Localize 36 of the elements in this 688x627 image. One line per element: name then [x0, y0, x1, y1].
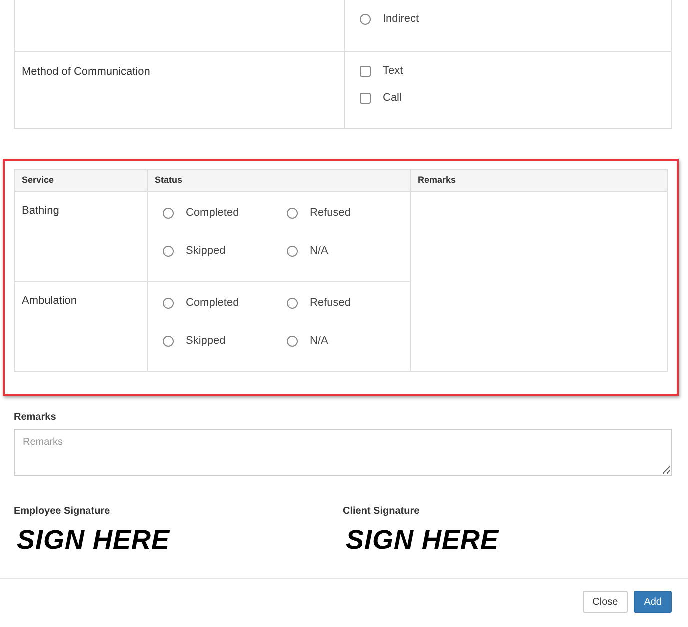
option-label: Completed — [186, 296, 240, 312]
option-label: Skipped — [186, 244, 226, 260]
sign-here-prompt[interactable]: SIGN HERE — [17, 523, 170, 557]
field-label: Employee Signature — [14, 505, 110, 519]
option-label: Call — [383, 91, 402, 106]
radio-button[interactable] — [360, 14, 371, 25]
radio-button[interactable] — [163, 298, 174, 309]
field-label: Method of Communication — [22, 66, 150, 78]
radio-button[interactable] — [287, 298, 298, 309]
option-label: Text — [383, 64, 404, 80]
option-label: Completed — [186, 206, 240, 222]
radio-button[interactable] — [163, 246, 174, 257]
option-label: Indirect — [383, 12, 420, 28]
add-button[interactable]: Add — [634, 591, 672, 613]
column-header: Remarks — [410, 170, 667, 192]
checkbox[interactable] — [360, 66, 371, 77]
option-label: N/A — [310, 334, 328, 350]
close-button[interactable]: Close — [582, 591, 628, 613]
column-header: Service — [15, 170, 147, 192]
radio-button[interactable] — [163, 336, 174, 347]
remarks-field[interactable]: Remarks — [14, 429, 672, 476]
option-label: N/A — [310, 244, 328, 260]
field-label: Client Signature — [343, 505, 420, 519]
table-cell: Ambulation — [22, 295, 78, 307]
option-label: Refused — [310, 206, 351, 222]
radio-button[interactable] — [287, 246, 298, 257]
field-label: Remarks — [14, 411, 58, 425]
checkbox[interactable] — [360, 93, 371, 104]
radio-button[interactable] — [287, 208, 298, 219]
option-label: Skipped — [186, 334, 226, 350]
table-cell: Bathing — [22, 205, 60, 217]
sign-here-prompt[interactable]: SIGN HERE — [346, 523, 500, 557]
radio-button[interactable] — [163, 208, 174, 219]
option-label: Refused — [310, 296, 351, 312]
column-header: Status — [147, 170, 410, 192]
radio-button[interactable] — [287, 336, 298, 347]
